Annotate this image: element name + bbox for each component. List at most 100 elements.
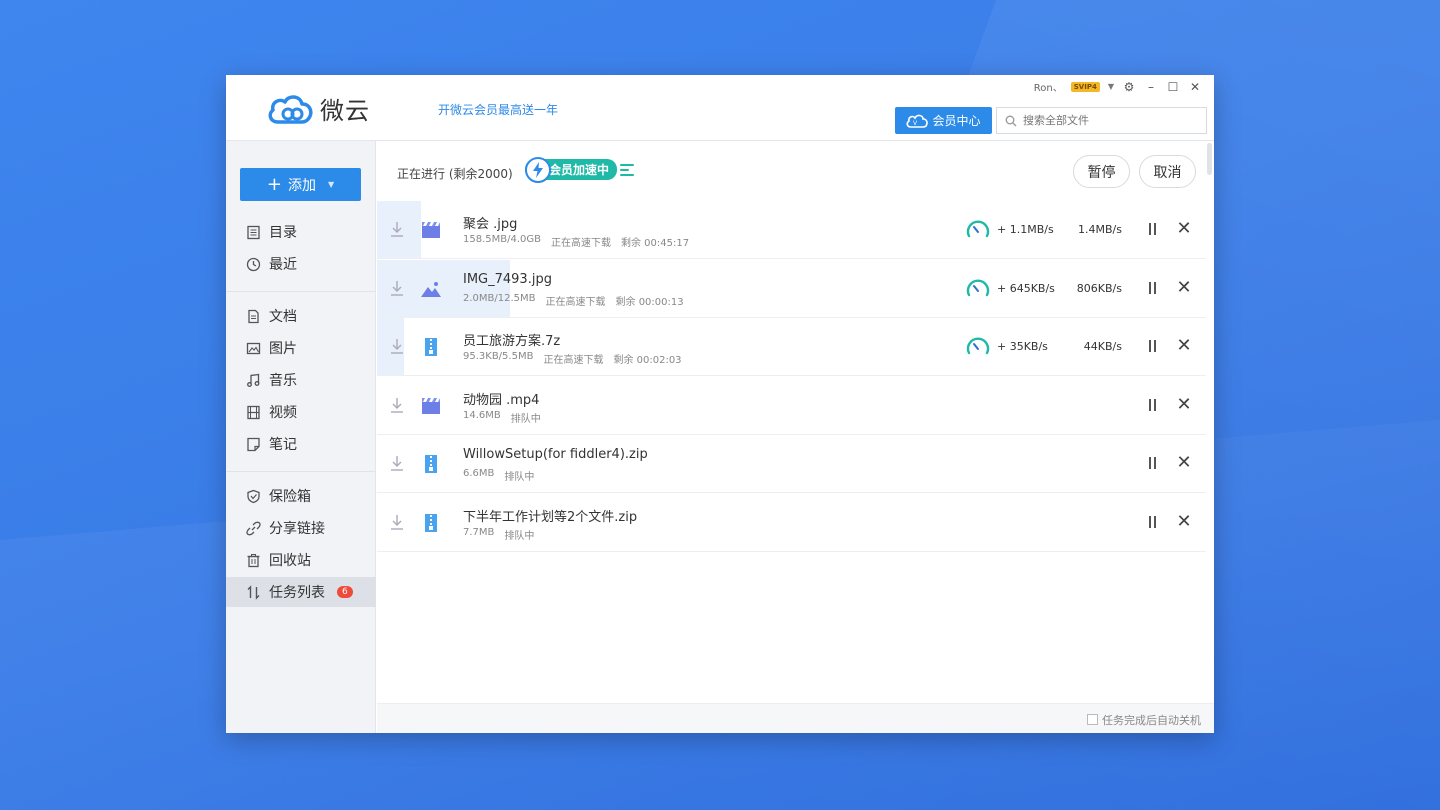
task-meta: 158.5MB/4.0GB 正在高速下载 剩余 00:45:17 [463, 234, 689, 249]
task-meta: 14.6MB 排队中 [463, 410, 541, 425]
sidebar-item-label: 保险箱 [269, 489, 311, 505]
sidebar-item-label: 回收站 [269, 553, 311, 569]
task-size: 2.0MB/12.5MB [463, 292, 536, 304]
cancel-task-icon[interactable]: ✕ [1176, 454, 1192, 472]
task-toolbar: 正在进行 (剩余2000) 会员加速中 暂停 取消 [377, 141, 1214, 201]
link-icon [246, 521, 261, 535]
sidebar-item-task-list[interactable]: 任务列表 6 [226, 577, 376, 607]
task-count-badge: 6 [337, 586, 353, 598]
zip-file-icon [421, 454, 441, 474]
pause-task-icon[interactable] [1145, 221, 1159, 237]
pause-all-button[interactable]: 暂停 [1073, 155, 1130, 188]
sidebar-item-label: 分享链接 [269, 521, 325, 537]
cancel-task-icon[interactable]: ✕ [1176, 220, 1192, 238]
sidebar-item-label: 任务列表 [269, 585, 325, 601]
sidebar-item-music[interactable]: 音乐 [226, 365, 376, 395]
sidebar-item-label: 音乐 [269, 373, 297, 389]
add-button[interactable]: + 添加 ▼ [240, 168, 361, 201]
task-footer: 任务完成后自动关机 [377, 703, 1214, 733]
download-arrow-icon [391, 221, 403, 237]
task-status: 排队中 [510, 413, 541, 425]
user-menu-chevron-icon[interactable]: ▼ [1108, 82, 1114, 91]
cancel-task-icon[interactable]: ✕ [1176, 278, 1192, 297]
task-status: 排队中 [504, 530, 535, 542]
scrollbar-thumb[interactable] [1207, 143, 1212, 175]
window-controls: Ron、 SVIP4 ▼ ⚙ – ☐ ✕ [1034, 79, 1202, 95]
task-size: 95.3KB/5.5MB [463, 351, 534, 362]
task-row[interactable]: 员工旅游方案.7z 95.3KB/5.5MB 正在高速下载 剩余 00:02:03 + … [377, 318, 1206, 376]
task-size: 158.5MB/4.0GB [463, 234, 541, 245]
task-remaining: 剩余 00:45:17 [621, 238, 690, 249]
task-row[interactable]: 聚会 .jpg 158.5MB/4.0GB 正在高速下载 剩余 00:45:17 + 1… [377, 201, 1206, 259]
task-file-name: 动物园 .mp4 [463, 392, 540, 408]
task-row[interactable]: WillowSetup(for fiddler4).zip 6.6MB 排队中 ✕ [377, 435, 1206, 493]
directory-icon [247, 225, 260, 239]
task-meta: 6.6MB 排队中 [463, 468, 534, 483]
sidebar-divider [226, 291, 376, 292]
minimize-icon[interactable]: – [1144, 80, 1158, 94]
task-remaining: 剩余 00:00:13 [615, 296, 684, 308]
task-meta: 2.0MB/12.5MB 正在高速下载 剩余 00:00:13 [463, 293, 684, 308]
app-window: 微云 开微云会员最高送一年 Ron、 SVIP4 ▼ ⚙ – ☐ ✕ V 会员中… [226, 75, 1214, 733]
image-icon [246, 342, 261, 354]
pause-task-icon[interactable] [1145, 397, 1159, 413]
search-input[interactable] [1023, 114, 1193, 127]
trash-icon [247, 553, 260, 567]
task-file-name: 下半年工作计划等2个文件.zip [463, 509, 638, 525]
svg-text:V: V [913, 120, 918, 127]
task-panel: 正在进行 (剩余2000) 会员加速中 暂停 取消 聚会 .jpg 158.5MB… [377, 141, 1214, 733]
video-file-icon [421, 396, 441, 416]
sidebar-item-documents[interactable]: 文档 [226, 301, 376, 331]
sidebar-item-images[interactable]: 图片 [226, 333, 376, 363]
task-speed: 44KB/s [1083, 340, 1122, 353]
task-file-name: 员工旅游方案.7z [463, 334, 561, 349]
svip-badge: SVIP4 [1070, 81, 1100, 92]
vip-center-button[interactable]: V 会员中心 [895, 107, 992, 134]
task-meta: 7.7MB 排队中 [463, 527, 534, 542]
task-status: 正在高速下载 [543, 355, 604, 366]
video-file-icon [421, 220, 441, 240]
user-name[interactable]: Ron、 [1034, 79, 1063, 94]
sidebar-item-videos[interactable]: 视频 [226, 397, 376, 427]
sidebar-item-directory[interactable]: 目录 [226, 217, 376, 247]
cancel-task-icon[interactable]: ✕ [1176, 395, 1192, 414]
pause-task-icon[interactable] [1145, 338, 1159, 354]
sidebar-item-recycle-bin[interactable]: 回收站 [226, 545, 376, 575]
pause-task-icon[interactable] [1145, 280, 1159, 296]
settings-gear-icon[interactable]: ⚙ [1122, 80, 1136, 94]
speed-lines-icon [620, 163, 635, 176]
close-window-icon[interactable]: ✕ [1188, 80, 1202, 94]
video-icon [247, 405, 260, 419]
task-row[interactable]: IMG_7493.jpg 2.0MB/12.5MB 正在高速下载 剩余 00:00:1… [377, 259, 1206, 318]
cancel-all-button[interactable]: 取消 [1139, 155, 1196, 188]
promo-link[interactable]: 开微云会员最高送一年 [438, 101, 558, 118]
lightning-bolt-icon [525, 157, 551, 183]
image-file-icon [421, 279, 441, 299]
pause-task-icon[interactable] [1145, 514, 1159, 530]
sidebar-item-recent[interactable]: 最近 [226, 249, 376, 279]
pause-task-icon[interactable] [1145, 455, 1159, 471]
download-arrow-icon [391, 397, 403, 413]
task-status: 排队中 [504, 472, 535, 483]
sidebar: + 添加 ▼ 目录 最近 文档 图片 音乐 视频 笔记 保险箱 分享链接 回收站… [226, 141, 376, 733]
cancel-task-icon[interactable]: ✕ [1176, 512, 1192, 531]
task-row[interactable]: 动物园 .mp4 14.6MB 排队中 ✕ [377, 377, 1206, 435]
auto-shutdown-checkbox[interactable] [1087, 714, 1098, 725]
vip-cloud-icon: V [906, 114, 929, 128]
sidebar-item-label: 笔记 [269, 437, 297, 453]
logo[interactable]: 微云 [266, 91, 370, 126]
auto-shutdown-label[interactable]: 任务完成后自动关机 [1102, 712, 1201, 728]
sidebar-item-notes[interactable]: 笔记 [226, 429, 376, 459]
maximize-icon[interactable]: ☐ [1166, 80, 1180, 94]
sidebar-item-share-links[interactable]: 分享链接 [226, 513, 376, 543]
task-file-name: 聚会 .jpg [463, 217, 518, 232]
scrollbar[interactable] [1206, 141, 1214, 681]
sidebar-item-safe[interactable]: 保险箱 [226, 481, 376, 511]
search-box[interactable] [996, 107, 1207, 134]
clock-icon [246, 257, 261, 271]
task-row[interactable]: 下半年工作计划等2个文件.zip 7.7MB 排队中 ✕ [377, 494, 1206, 552]
task-remaining: 剩余 00:02:03 [613, 355, 682, 366]
download-arrow-icon [391, 455, 403, 471]
search-icon [1005, 115, 1017, 126]
cancel-task-icon[interactable]: ✕ [1176, 337, 1192, 355]
